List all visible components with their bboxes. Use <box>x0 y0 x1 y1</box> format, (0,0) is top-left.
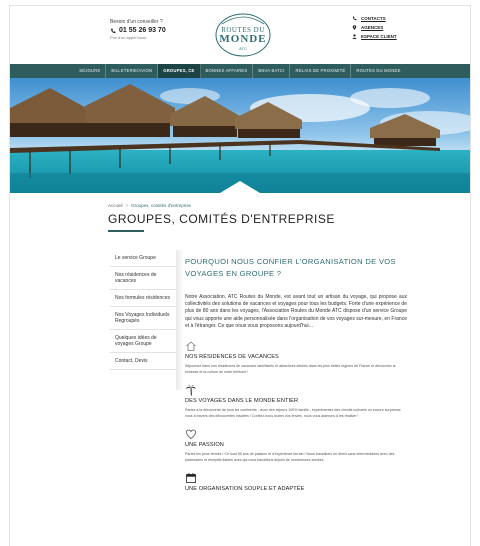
feature-text: Séjournez dans nos résidences de vacance… <box>185 364 396 375</box>
contacts-link-label: CONTACTS <box>361 16 386 21</box>
sidebar-item-formules[interactable]: Nos formules résidences <box>110 290 176 307</box>
breadcrumb-home[interactable]: Accueil <box>108 203 123 208</box>
nav-item-bnva[interactable]: BNVA BATCI <box>253 64 291 78</box>
nav-item-bonnes-affaires[interactable]: BONNES AFFAIRES <box>201 64 254 78</box>
house-icon <box>186 341 196 351</box>
breadcrumb-current: Groupes, comités d'entreprise <box>131 203 192 208</box>
client-area-link[interactable]: ESPACE CLIENT <box>352 34 397 39</box>
advisor-label: Besoin d'un conseiller ? <box>110 19 163 25</box>
feature-title: Nos résidences de vacances <box>185 354 279 361</box>
sidebar-item-idees-voyages[interactable]: Quelques idées de voyages Groupe <box>110 330 176 353</box>
sidebar-item-voyages-individuels[interactable]: Nos Voyages Individuels Regroupés <box>110 307 176 330</box>
nav-item-routes-du-monde[interactable]: ROUTES DU MONDE <box>351 64 405 78</box>
client-area-link-label: ESPACE CLIENT <box>361 34 397 39</box>
phone-note: Prix d'un appel local <box>110 35 146 40</box>
nav-item-relais[interactable]: RELAIS DE PROXIMITÉ <box>290 64 352 78</box>
main-nav: SÉJOURS BILLETERIE/AVION GROUPES, CE BON… <box>10 64 470 78</box>
feature-title: Une passion <box>185 442 224 449</box>
palm-tree-icon <box>186 385 196 396</box>
agencies-link[interactable]: AGENCES <box>352 25 397 30</box>
feature-residences: Nos résidences de vacances Séjournez dan… <box>185 340 407 375</box>
page-title: GROUPES, COMITÉS D'ENTREPRISE <box>108 212 335 226</box>
intro-paragraph: Notre Association, ATC Routes du Monde, … <box>185 294 407 329</box>
calendar-icon <box>186 473 196 483</box>
feature-organisation: Une organisation souple et adaptée <box>185 472 407 492</box>
contacts-link[interactable]: CONTACTS <box>352 16 397 21</box>
title-underline <box>108 230 144 232</box>
logo-text-monde: MONDE <box>219 33 267 45</box>
header-links: CONTACTS AGENCES ESPACE CLIENT <box>352 16 397 43</box>
site-header: Besoin d'un conseiller ? 01 55 26 93 70 … <box>10 6 470 64</box>
sidebar-item-contact-devis[interactable]: Contact, Devis <box>110 353 176 370</box>
hero-image <box>10 78 470 193</box>
nav-item-billeterie[interactable]: BILLETERIE/AVION <box>106 64 159 78</box>
agencies-link-label: AGENCES <box>361 25 384 30</box>
nav-item-sejours[interactable]: SÉJOURS <box>74 64 107 78</box>
advisor-contact: Besoin d'un conseiller ? 01 55 26 93 70 … <box>110 19 166 40</box>
logo-text-atc: ATC <box>239 46 247 51</box>
feature-title: Une organisation souple et adaptée <box>185 486 305 493</box>
sidebar-item-service-groupe[interactable]: Le service Groupe <box>110 250 176 267</box>
heart-icon <box>185 429 197 440</box>
section-heading: Pourquoi nous confier l'organisation de … <box>185 257 396 278</box>
map-pin-icon <box>352 25 357 30</box>
main-content: Pourquoi nous confier l'organisation de … <box>185 256 407 501</box>
feature-text: Partez les yeux fermés ! Ce sont 80 ans … <box>185 452 395 463</box>
user-icon <box>352 34 357 39</box>
page: Besoin d'un conseiller ? 01 55 26 93 70 … <box>10 6 470 546</box>
phone-number: 01 55 26 93 70 <box>119 27 166 34</box>
sidebar-item-residences[interactable]: Nos résidences de vacances <box>110 267 176 290</box>
sidebar-divider <box>176 250 184 390</box>
breadcrumb: Accueil > Groupes, comités d'entreprise <box>108 203 191 208</box>
phone-icon <box>352 16 357 21</box>
feature-passion: Une passion Partez les yeux fermés ! Ce … <box>185 428 407 463</box>
phone-icon <box>111 28 116 33</box>
advisor-phone[interactable]: 01 55 26 93 70 <box>110 27 166 34</box>
feature-voyages: Des voyages dans le monde entier Partez … <box>185 384 407 419</box>
nav-item-groupes[interactable]: GROUPES, CE <box>158 64 201 78</box>
breadcrumb-separator: > <box>125 203 129 208</box>
feature-text: Partez à la découverte de tous les conti… <box>185 408 401 419</box>
site-logo[interactable]: ROUTES DU MONDE ATC <box>214 12 272 58</box>
sidebar-nav: Le service Groupe Nos résidences de vaca… <box>110 250 176 370</box>
feature-title: Des voyages dans le monde entier <box>185 398 299 405</box>
hero-banner <box>10 78 470 193</box>
